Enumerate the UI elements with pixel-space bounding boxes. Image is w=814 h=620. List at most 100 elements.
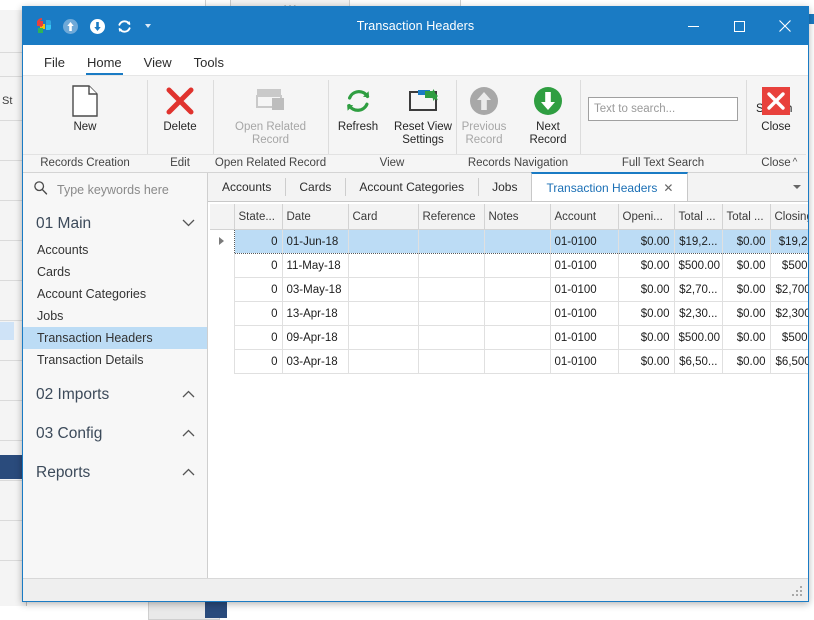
- close-x-red-icon: [761, 84, 791, 118]
- background-window-marker: [0, 455, 22, 479]
- resize-grip-icon[interactable]: [792, 586, 804, 598]
- table-row[interactable]: 0 09-Apr-18 01-0100 $0.00 $500.00 $0.00 …: [210, 325, 808, 350]
- sidebar-group-01-main[interactable]: 01 Main: [23, 209, 207, 239]
- sidebar-nav-list: 01 Main Accounts Cards Account Categorie…: [23, 206, 207, 578]
- maximize-button[interactable]: [716, 7, 762, 45]
- sidebar-group-reports[interactable]: Reports: [23, 458, 207, 488]
- table-row[interactable]: 0 03-Apr-18 01-0100 $0.00 $6,50... $0.00…: [210, 349, 808, 374]
- column-header-total-2[interactable]: Total ...: [721, 204, 771, 230]
- row-indicator: [210, 254, 234, 278]
- sidebar-group-02-imports[interactable]: 02 Imports: [23, 380, 207, 410]
- sidebar-group-03-config[interactable]: 03 Config: [23, 419, 207, 449]
- collapse-ribbon-icon[interactable]: ^: [787, 154, 803, 170]
- cell-reference: [418, 325, 485, 350]
- sidebar-item-transaction-headers[interactable]: Transaction Headers: [23, 327, 207, 349]
- tab-cards[interactable]: Cards: [285, 173, 346, 201]
- tab-transaction-headers-label: Transaction Headers: [546, 180, 658, 195]
- table-row[interactable]: 0 01-Jun-18 01-0100 $0.00 $19,2... $0.00…: [210, 229, 808, 254]
- close-icon[interactable]: ✕: [663, 181, 673, 195]
- quick-access-toolbar: [23, 15, 156, 37]
- tab-transaction-headers[interactable]: Transaction Headers ✕: [531, 172, 689, 201]
- cell-total-1: $6,50...: [674, 349, 723, 374]
- close-record-button[interactable]: Close: [748, 80, 804, 138]
- close-button[interactable]: [762, 7, 808, 45]
- cell-account: 01-0100: [550, 253, 619, 278]
- column-header-state[interactable]: State...: [233, 204, 283, 230]
- minimize-button[interactable]: [670, 7, 716, 45]
- row-indicator: [210, 326, 234, 350]
- sidebar-item-account-categories[interactable]: Account Categories: [23, 283, 207, 305]
- menu-item-view[interactable]: View: [133, 52, 183, 75]
- tab-accounts-label: Accounts: [222, 180, 272, 194]
- background-window-label: St: [2, 95, 13, 107]
- cell-reference: [418, 301, 485, 326]
- menu-item-home[interactable]: Home: [76, 52, 133, 75]
- chevron-up-icon: [182, 468, 195, 479]
- tab-overflow-chevron-down-icon[interactable]: [786, 173, 808, 201]
- column-header-reference[interactable]: Reference: [417, 204, 485, 230]
- cell-closing: $500.00: [770, 325, 808, 350]
- tab-account-categories-label: Account Categories: [359, 180, 465, 194]
- refresh-button-label: Refresh: [337, 121, 379, 133]
- new-button[interactable]: New: [51, 80, 119, 138]
- full-text-search-box[interactable]: Search: [588, 97, 792, 121]
- reset-view-settings-button[interactable]: Reset View Settings: [390, 80, 456, 151]
- search-icon: [33, 180, 48, 200]
- delete-button[interactable]: Delete: [151, 80, 209, 138]
- sidebar-item-cards[interactable]: Cards: [23, 261, 207, 283]
- next-record-icon[interactable]: [86, 15, 108, 37]
- cell-state: 0: [233, 277, 283, 302]
- sidebar-item-account-categories-label: Account Categories: [37, 287, 147, 301]
- tab-account-categories[interactable]: Account Categories: [345, 173, 479, 201]
- cell-total-1: $19,2...: [674, 229, 723, 254]
- sidebar-search[interactable]: [23, 173, 207, 206]
- cell-closing: $500.00: [770, 253, 808, 278]
- refresh-icon[interactable]: [113, 15, 135, 37]
- row-indicator: [210, 350, 234, 374]
- tab-jobs[interactable]: Jobs: [478, 173, 532, 201]
- sidebar-item-accounts[interactable]: Accounts: [23, 239, 207, 261]
- column-header-closing[interactable]: Closing ...: [769, 204, 808, 230]
- sidebar-item-jobs[interactable]: Jobs: [23, 305, 207, 327]
- app-logo-icon[interactable]: [32, 15, 54, 37]
- menu-item-file[interactable]: File: [33, 52, 76, 75]
- next-record-button-label: Next Record: [529, 121, 567, 146]
- previous-record-icon[interactable]: [59, 15, 81, 37]
- column-header-notes[interactable]: Notes: [483, 204, 551, 230]
- table-row[interactable]: 0 03-May-18 01-0100 $0.00 $2,70... $0.00…: [210, 277, 808, 302]
- refresh-button[interactable]: Refresh: [328, 80, 388, 138]
- previous-record-button: Previous Record: [455, 80, 513, 151]
- reset-view-settings-button-label: Reset View Settings: [394, 121, 452, 146]
- status-bar: [23, 578, 808, 601]
- cell-opening: $0.00: [618, 277, 675, 302]
- table-row[interactable]: 0 11-May-18 01-0100 $0.00 $500.00 $0.00 …: [210, 253, 808, 278]
- delete-button-label: Delete: [163, 121, 197, 133]
- open-related-record-icon: [255, 84, 287, 118]
- menu-item-tools[interactable]: Tools: [183, 52, 235, 75]
- column-header-total-1[interactable]: Total ...: [673, 204, 723, 230]
- ribbon-group-label-edit: Edit: [147, 154, 213, 172]
- tab-accounts[interactable]: Accounts: [208, 173, 286, 201]
- column-header-account[interactable]: Account: [549, 204, 619, 230]
- sidebar-item-transaction-headers-label: Transaction Headers: [37, 331, 153, 345]
- cell-notes: [484, 229, 551, 254]
- cell-total-2: $0.00: [722, 229, 771, 254]
- new-button-label: New: [73, 121, 97, 133]
- column-header-opening[interactable]: Openi...: [617, 204, 675, 230]
- cell-closing: $19,20...: [770, 229, 808, 254]
- customize-quick-access-caret-icon[interactable]: [140, 15, 156, 37]
- cell-total-2: $0.00: [722, 349, 771, 374]
- search-input[interactable]: [589, 98, 750, 120]
- column-header-card[interactable]: Card: [347, 204, 419, 230]
- sidebar-item-transaction-details[interactable]: Transaction Details: [23, 349, 207, 371]
- cell-closing: $6,500....: [770, 349, 808, 374]
- cell-notes: [484, 253, 551, 278]
- next-record-button[interactable]: Next Record: [515, 80, 581, 151]
- data-grid-header-row: State... Date Card Reference Notes Accou…: [210, 204, 808, 230]
- cell-opening: $0.00: [618, 325, 675, 350]
- column-header-date[interactable]: Date: [281, 204, 349, 230]
- table-row[interactable]: 0 13-Apr-18 01-0100 $0.00 $2,30... $0.00…: [210, 301, 808, 326]
- ribbon-group-view: Refresh Reset View Settings View: [328, 76, 456, 172]
- previous-record-button-label: Previous Record: [461, 121, 507, 146]
- sidebar-search-input[interactable]: [55, 181, 189, 198]
